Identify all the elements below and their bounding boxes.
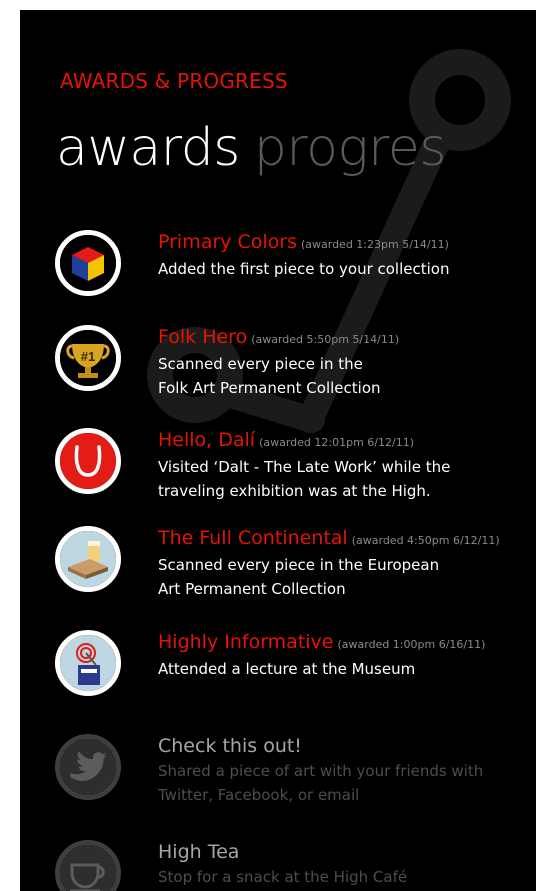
award-title: Primary Colors <box>158 231 297 253</box>
award-description: Folk Art Permanent Collection <box>158 379 381 397</box>
lecture-podium-icon <box>55 630 121 696</box>
award-description: Shared a piece of art with your friends … <box>158 762 484 780</box>
phone-screen: AWARDS & PROGRESS awards progres Primary … <box>20 10 536 891</box>
award-description: Added the first piece to your collection <box>158 260 450 278</box>
pivot-tab-progress[interactable]: progres <box>254 118 447 178</box>
app-title: AWARDS & PROGRESS <box>60 69 288 93</box>
award-title: Highly Informative <box>158 631 334 653</box>
trophy-number-one-icon: #1 <box>55 325 121 391</box>
award-description: Attended a lecture at the Museum <box>158 660 416 678</box>
primary-colors-cube-icon <box>55 230 121 296</box>
pivot-header: awards progres <box>56 118 446 178</box>
award-date: (awarded 1:00pm 6/16/11) <box>337 638 486 651</box>
award-description: Scanned every piece in the <box>158 355 363 373</box>
award-description: Visited ‘Dalt - The Late Work’ while the <box>158 458 451 476</box>
svg-text:#1: #1 <box>81 349 95 364</box>
award-description: Scanned every piece in the European <box>158 556 440 574</box>
award-description: traveling exhibition was at the High. <box>158 482 431 500</box>
award-date: (awarded 4:50pm 6/12/11) <box>351 534 500 547</box>
award-date: (awarded 5:50pm 5/14/11) <box>251 333 400 346</box>
award-title: Hello, Dalí <box>158 429 256 451</box>
award-description: Stop for a snack at the High Café <box>158 868 408 886</box>
award-title: The Full Continental <box>158 527 348 549</box>
award-title: Check this out! <box>158 735 302 757</box>
award-title: High Tea <box>158 841 240 863</box>
twitter-bird-icon <box>55 734 121 800</box>
award-date: (awarded 12:01pm 6/12/11) <box>259 436 414 449</box>
award-title: Folk Hero <box>158 326 248 348</box>
continental-breakfast-icon <box>55 526 121 592</box>
award-description: Twitter, Facebook, or email <box>158 786 360 804</box>
dali-mustache-icon <box>55 428 121 494</box>
pivot-tab-awards[interactable]: awards <box>56 118 240 178</box>
award-description: Art Permanent Collection <box>158 580 346 598</box>
award-date: (awarded 1:23pm 5/14/11) <box>300 238 449 251</box>
